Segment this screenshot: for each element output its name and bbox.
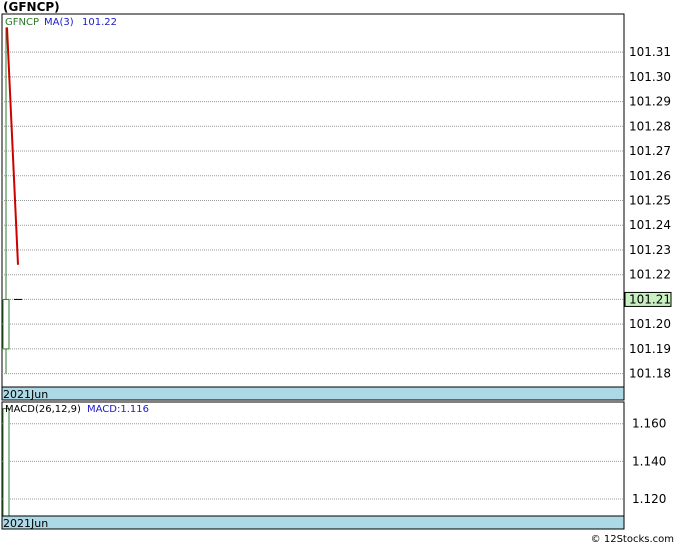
y-tick-label: 101.28	[629, 119, 671, 133]
y-tick-label: 101.29	[629, 95, 671, 109]
macd-date-strip	[1, 515, 625, 530]
y-tick-label: 101.18	[629, 367, 671, 381]
macd-panel: 1.160 1.140 1.120 MACD(26,12,9) MACD:1.116 20…	[1, 401, 666, 530]
y-tick-label: 101.26	[629, 169, 671, 183]
legend-ticker: GFNCP	[5, 17, 39, 28]
macd-indicator-label: MACD(26,12,9)	[5, 404, 81, 415]
candle-body	[2, 298, 10, 350]
y-tick-label: 101.19	[629, 342, 671, 356]
y-tick-label: 101.25	[629, 194, 671, 208]
macd-value-label: MACD:1.116	[87, 404, 149, 415]
y-tick-label: 101.27	[629, 144, 671, 158]
price-panel-frame	[1, 13, 625, 401]
last-price-value: 101.21	[629, 292, 671, 306]
date-strip	[1, 386, 625, 401]
price-panel: 101.31 101.30 101.29 101.28 101.27 101.26 101.…	[1, 13, 672, 401]
macd-y-tick-label: 1.140	[632, 454, 666, 468]
y-tick-label: 101.24	[629, 218, 671, 232]
legend-ma-label: MA(3)	[44, 17, 74, 28]
macd-y-tick-label: 1.160	[632, 417, 666, 431]
macd-bar	[2, 408, 10, 517]
macd-panel-frame	[1, 401, 625, 530]
y-tick-label: 101.30	[629, 70, 671, 84]
y-tick-label: 101.20	[629, 317, 671, 331]
y-tick-label: 101.23	[629, 243, 671, 257]
legend-ma-value: 101.22	[82, 17, 117, 28]
y-tick-label: 101.31	[629, 45, 671, 59]
stock-chart: 101.31 101.30 101.29 101.28 101.27 101.26 101.…	[1, 13, 672, 530]
date-label: 2021Jun	[3, 388, 48, 401]
watermark: © 12Stocks.com	[590, 534, 674, 545]
macd-y-tick-label: 1.120	[632, 492, 666, 506]
y-tick-label: 101.22	[629, 268, 671, 282]
macd-date-label: 2021Jun	[3, 517, 48, 530]
